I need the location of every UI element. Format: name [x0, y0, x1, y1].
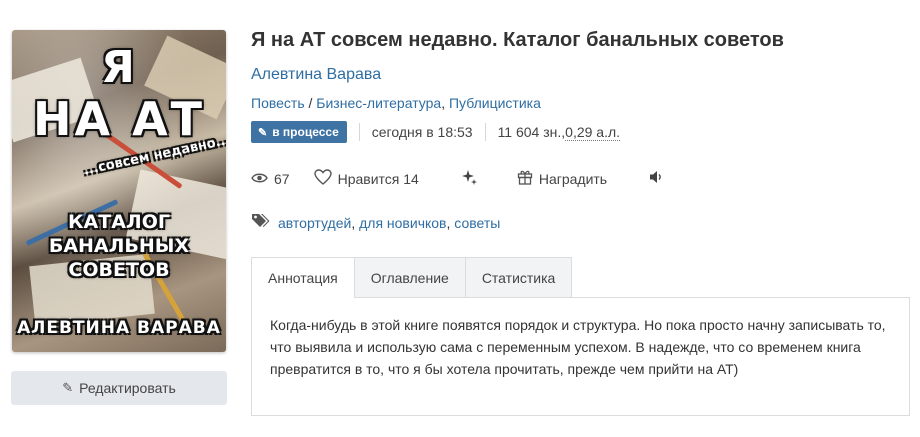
- genre-link-1[interactable]: Бизнес-литература: [316, 95, 441, 111]
- like-count: 14: [403, 171, 419, 187]
- pencil-icon: ✎: [62, 380, 74, 395]
- annotation-text: Когда-нибудь в этой книге появятся поряд…: [270, 317, 886, 377]
- genre-separator: /: [304, 95, 317, 111]
- tab-contents[interactable]: Оглавление: [353, 257, 466, 297]
- award-button[interactable]: Наградить: [517, 169, 607, 189]
- views-count: 67: [274, 171, 290, 187]
- sparkle-button[interactable]: [461, 169, 483, 189]
- author-link[interactable]: Алевтина Варава: [251, 66, 381, 84]
- size-chars: 11 604 зн.,: [497, 124, 566, 140]
- size-sheets[interactable]: 0,29 а.л.: [565, 124, 621, 141]
- divider: [484, 123, 486, 141]
- status-badge: ✎ в процессе: [251, 121, 347, 143]
- tag-separator: ,: [446, 214, 455, 231]
- tags-line: автортудей, для новичков, советы: [251, 212, 500, 233]
- sparkle-icon: [461, 169, 477, 189]
- like-button[interactable]: Нравится 14: [313, 169, 419, 189]
- cover-text-line1: Я: [101, 42, 137, 93]
- genre-line: Повесть / Бизнес-литература, Публицистик…: [251, 95, 541, 111]
- genre-link-2[interactable]: Публицистика: [449, 95, 541, 111]
- like-label: Нравится: [337, 171, 400, 187]
- tab-annotation[interactable]: Аннотация: [251, 257, 355, 298]
- gift-icon: [517, 169, 533, 189]
- cover-text-line4: КАТАЛОГ БАНАЛЬНЫХ СОВЕТОВ: [48, 211, 190, 281]
- edit-button[interactable]: ✎ Редактировать: [11, 371, 227, 405]
- tab-statistics[interactable]: Статистика: [464, 257, 573, 297]
- cover-text-line2: НА АТ: [32, 92, 206, 146]
- book-title: Я на АТ совсем недавно. Каталог банальны…: [251, 29, 784, 51]
- tag-link[interactable]: советы: [454, 215, 500, 231]
- tag-link[interactable]: автортудей: [278, 215, 351, 231]
- divider: [358, 123, 360, 141]
- heart-icon: [313, 169, 332, 189]
- book-cover[interactable]: Я НА АТ ...совсем недавно... КАТАЛОГ БАН…: [12, 30, 226, 352]
- tag-separator: ,: [351, 214, 360, 231]
- award-label: Наградить: [538, 171, 608, 187]
- pencil-icon: ✎: [258, 126, 268, 139]
- audio-button[interactable]: [649, 170, 670, 188]
- tags-icon: [251, 212, 271, 233]
- genre-comma: ,: [441, 95, 449, 111]
- meta-row: ✎ в процессе сегодня в 18:53 11 604 зн.,…: [251, 121, 621, 143]
- genre-type-link[interactable]: Повесть: [251, 95, 305, 111]
- cover-text-line5: АЛЕВТИНА ВАРАВА: [17, 318, 221, 338]
- stats-row: 67 Нравится 14 Наградить: [251, 168, 694, 190]
- tab-bar: Аннотация Оглавление Статистика: [251, 257, 573, 298]
- views-stat: 67: [251, 171, 290, 188]
- status-badge-label: в процессе: [272, 125, 339, 139]
- speaker-icon: [649, 170, 664, 188]
- eye-icon: [251, 171, 268, 188]
- updated-time: сегодня в 18:53: [371, 124, 473, 140]
- tag-link[interactable]: для новичков: [359, 215, 446, 231]
- edit-button-label: Редактировать: [79, 380, 176, 396]
- annotation-panel: Когда-нибудь в этой книге появятся поряд…: [251, 297, 910, 416]
